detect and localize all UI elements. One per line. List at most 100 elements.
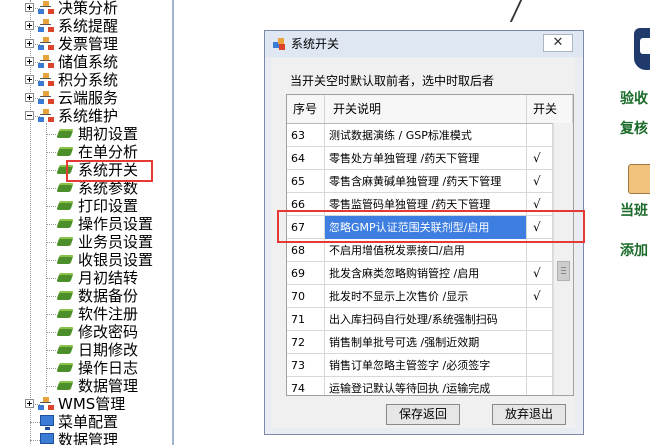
- monitor-icon: [40, 415, 54, 430]
- tree-item[interactable]: 业务员设置: [0, 233, 172, 251]
- table-row[interactable]: 64 零售处方单独管理 /药天下管理 √: [287, 147, 553, 170]
- col-switch-header[interactable]: 开关: [527, 95, 573, 123]
- tree-connector: [46, 170, 56, 171]
- tree-item-label: 在单分析: [78, 143, 139, 161]
- link-review[interactable]: 复核: [620, 118, 648, 138]
- col-seq-header[interactable]: 序号: [287, 95, 325, 123]
- app-icon: [273, 38, 285, 50]
- cell-description: 运输登记默认等待回执 /运输完成: [325, 377, 527, 395]
- tree-item[interactable]: 收银员设置: [0, 251, 172, 269]
- tree-item-label: 月初结转: [78, 269, 139, 287]
- tree-item[interactable]: 积分系统: [0, 71, 172, 89]
- leaf-icon: [56, 309, 74, 318]
- leaf-icon: [56, 219, 74, 228]
- cell-switch-checkbox[interactable]: [527, 308, 553, 331]
- cell-switch-checkbox[interactable]: √: [527, 285, 553, 308]
- org-chart-icon: [38, 1, 54, 15]
- navigation-tree: 决策分析 系统提醒 发票管理 储值系统 积分系统 云端服务 系统维护 期初设置 在单分析 系统开关…: [0, 0, 172, 445]
- tree-item[interactable]: 数据管理: [0, 431, 172, 445]
- org-chart-icon: [38, 37, 54, 51]
- tree-item[interactable]: 数据备份: [0, 287, 172, 305]
- tree-item[interactable]: 操作员设置: [0, 215, 172, 233]
- expand-icon[interactable]: [25, 3, 34, 12]
- table-row[interactable]: 72 销售制单批号可选 /强制近效期: [287, 331, 553, 354]
- tree-connector: [46, 224, 56, 225]
- table-row[interactable]: 63 测试数据演练 / GSP标准模式: [287, 124, 553, 147]
- cell-seq: 71: [287, 308, 325, 331]
- table-row[interactable]: 71 出入库扫码自行处理/系统强制扫码: [287, 308, 553, 331]
- cell-switch-checkbox[interactable]: √: [527, 147, 553, 170]
- tree-connector: [30, 440, 40, 441]
- tree-item[interactable]: 数据管理: [0, 377, 172, 395]
- table-row[interactable]: 73 销售订单忽略主管签字 /必须签字: [287, 354, 553, 377]
- cell-switch-checkbox[interactable]: √: [527, 170, 553, 193]
- col-desc-header[interactable]: 开关说明: [325, 95, 527, 123]
- cell-description: 零售含麻黄碱单独管理 /药天下管理: [325, 170, 527, 193]
- cell-switch-checkbox[interactable]: [527, 331, 553, 354]
- tree-item[interactable]: 系统提醒: [0, 17, 172, 35]
- tree-item-label: 业务员设置: [78, 233, 154, 251]
- tree-item[interactable]: 修改密码: [0, 323, 172, 341]
- table-row[interactable]: 70 批发时不显示上次售价 /显示 √: [287, 285, 553, 308]
- monitor-icon: [40, 433, 54, 444]
- tree-item[interactable]: 云端服务: [0, 89, 172, 107]
- close-icon: ✕: [552, 35, 564, 50]
- table-row[interactable]: 74 运输登记默认等待回执 /运输完成: [287, 377, 553, 395]
- tree-item[interactable]: 在单分析: [0, 143, 172, 161]
- tree-item[interactable]: 决策分析: [0, 0, 172, 17]
- link-on-duty[interactable]: 当班: [620, 200, 648, 220]
- cell-seq: 65: [287, 170, 325, 193]
- tree-item[interactable]: 软件注册: [0, 305, 172, 323]
- tree-item-label: 数据管理: [78, 377, 139, 395]
- org-chart-icon: [38, 55, 54, 69]
- table-header: 序号 开关说明 开关: [287, 95, 573, 124]
- tree-highlight-box: [66, 160, 153, 182]
- leaf-icon: [56, 345, 74, 354]
- tree-item[interactable]: 系统维护: [0, 107, 172, 125]
- tree-item[interactable]: 菜单配置: [0, 413, 172, 431]
- expand-icon[interactable]: [25, 399, 34, 408]
- link-acceptance[interactable]: 验收: [620, 88, 648, 108]
- cell-seq: 70: [287, 285, 325, 308]
- vertical-scrollbar[interactable]: [553, 123, 573, 395]
- table-row[interactable]: 69 批发含麻类忽略购销管控 /启用 √: [287, 262, 553, 285]
- expand-icon[interactable]: [25, 57, 34, 66]
- tree-connector: [46, 368, 56, 369]
- tree-item[interactable]: 储值系统: [0, 53, 172, 71]
- cell-seq: 64: [287, 147, 325, 170]
- expand-icon[interactable]: [25, 93, 34, 102]
- save-return-button[interactable]: 保存返回: [386, 404, 460, 425]
- org-chart-icon: [38, 109, 54, 123]
- tree-item[interactable]: WMS管理: [0, 395, 172, 413]
- discard-exit-button[interactable]: 放弃退出: [492, 404, 566, 425]
- tree-item-label: 日期修改: [78, 341, 139, 359]
- close-button[interactable]: ✕: [543, 34, 573, 52]
- tree-item[interactable]: 期初设置: [0, 125, 172, 143]
- cell-switch-checkbox[interactable]: [527, 124, 553, 147]
- switch-table: 序号 开关说明 开关 63 测试数据演练 / GSP标准模式 64 零售处方单独管理 …: [286, 94, 574, 396]
- org-chart-icon: [38, 397, 54, 411]
- expand-icon[interactable]: [25, 21, 34, 30]
- tree-connector: [46, 206, 56, 207]
- cell-switch-checkbox[interactable]: [527, 377, 553, 395]
- table-row[interactable]: 65 零售含麻黄碱单独管理 /药天下管理 √: [287, 170, 553, 193]
- tree-item[interactable]: 打印设置: [0, 197, 172, 215]
- tree-item[interactable]: 月初结转: [0, 269, 172, 287]
- cell-switch-checkbox[interactable]: [527, 354, 553, 377]
- link-add[interactable]: 添加: [620, 240, 648, 260]
- leaf-icon: [56, 147, 74, 156]
- tree-item[interactable]: 日期修改: [0, 341, 172, 359]
- expand-icon[interactable]: [25, 39, 34, 48]
- police-badge-icon: [634, 28, 650, 70]
- tree-item[interactable]: 操作日志: [0, 359, 172, 377]
- tree-item-label: 数据管理: [58, 431, 119, 445]
- tree-connector: [30, 422, 40, 423]
- dialog-titlebar[interactable]: 系统开关 ✕: [265, 31, 583, 57]
- scrollbar-thumb[interactable]: [557, 261, 570, 281]
- collapse-icon[interactable]: [25, 111, 34, 120]
- tree-item[interactable]: 发票管理: [0, 35, 172, 53]
- tree-item-label: 操作日志: [78, 359, 139, 377]
- expand-icon[interactable]: [25, 75, 34, 84]
- cell-switch-checkbox[interactable]: √: [527, 262, 553, 285]
- tree-item-label: 数据备份: [78, 287, 139, 305]
